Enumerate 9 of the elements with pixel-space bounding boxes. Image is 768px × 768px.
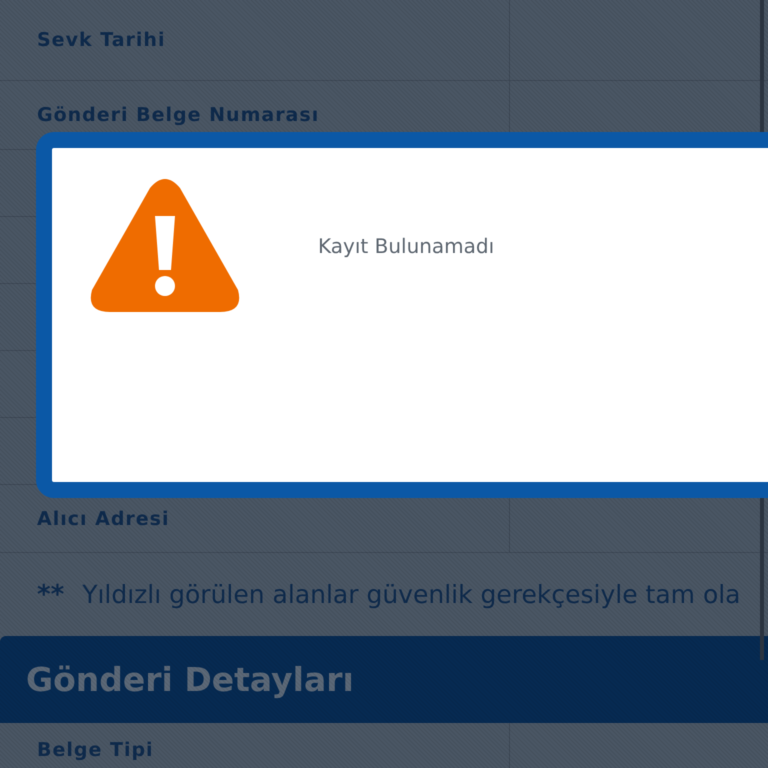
note-text: Yıldızlı görülen alanlar güvenlik gerekçesiyle tam ola [82,580,741,609]
warning-icon [88,178,242,314]
field-label: Belge Tipi [37,738,154,760]
field-label: Sevk Tarihi [37,29,166,51]
field-label: Gönderi Belge Numarası [37,104,320,126]
section-title: Gönderi Detayları [26,660,354,699]
dialog-message: Kayıt Bulunamadı [318,234,494,258]
field-label: Alıcı Adresi [37,508,170,530]
asterisk-marker: ** [37,580,64,610]
